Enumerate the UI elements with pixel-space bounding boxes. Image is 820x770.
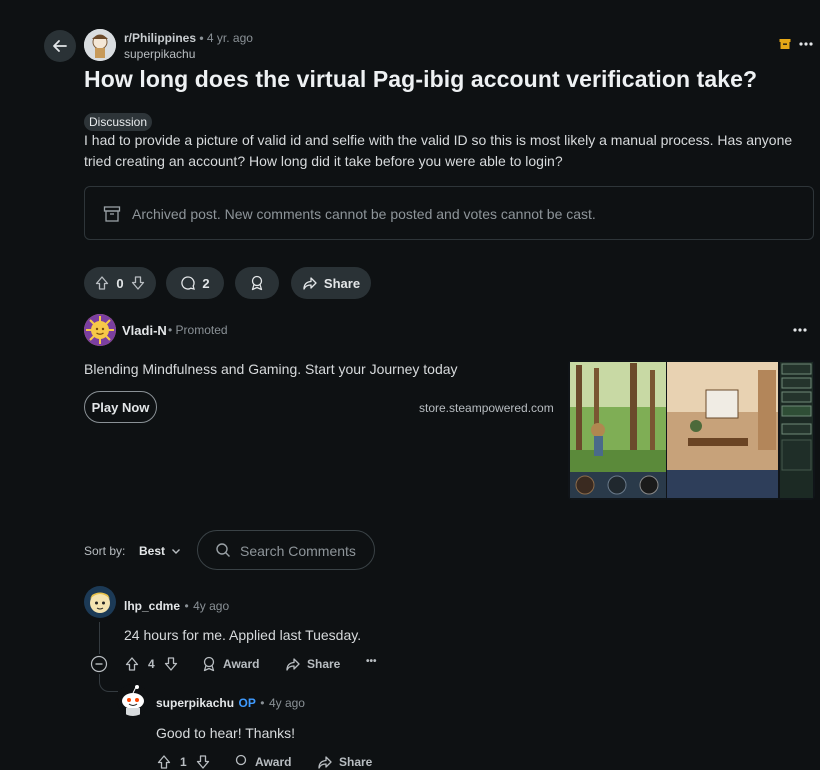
- reply-vote-count: 1: [180, 755, 187, 769]
- reply-author[interactable]: superpikachu: [156, 696, 234, 710]
- post-age: 4 yr. ago: [206, 31, 253, 45]
- meta-separator: •: [199, 31, 204, 45]
- subreddit-name[interactable]: r/Philippines: [124, 31, 196, 45]
- ad-domain[interactable]: store.steampowered.com: [419, 401, 554, 415]
- comment-meta: lhp_cdme • 4y ago: [124, 597, 229, 615]
- award-icon: [203, 656, 215, 672]
- comment-award-button[interactable]: Award: [201, 656, 259, 672]
- sort-dropdown[interactable]: Best: [139, 544, 181, 558]
- comment-author[interactable]: lhp_cdme: [124, 599, 180, 613]
- promoted-label: Promoted: [175, 323, 228, 337]
- vote-count: 0: [116, 275, 124, 291]
- downvote-icon: [131, 276, 144, 290]
- reply-share-button[interactable]: Share: [317, 754, 372, 770]
- comment-share-button[interactable]: Share: [285, 656, 340, 672]
- snoo-avatar-image: [117, 684, 149, 716]
- ad-image[interactable]: [568, 360, 815, 500]
- sort-label: Sort by:: [84, 544, 126, 558]
- award-label: Award: [255, 755, 292, 769]
- comment-icon: [181, 276, 196, 290]
- share-label: Share: [307, 657, 341, 671]
- comment-vote-count: 4: [148, 657, 155, 671]
- sun-icon: [84, 314, 116, 346]
- advertiser-avatar[interactable]: [84, 314, 116, 346]
- reply-age: 4y ago: [268, 696, 305, 710]
- ad-more-button[interactable]: [792, 324, 808, 336]
- share-label: Share: [323, 275, 361, 291]
- archive-badge: [779, 38, 791, 50]
- arrow-left-icon: [53, 40, 67, 52]
- search-icon: [215, 542, 231, 558]
- comments-count: 2: [202, 275, 210, 291]
- meta-separator: •: [260, 696, 265, 710]
- archive-icon: [779, 39, 791, 49]
- post-body: I had to provide a picture of valid id a…: [84, 132, 793, 169]
- subreddit-avatar-image: [84, 29, 116, 61]
- award-label: Award: [223, 657, 260, 671]
- upvote-button[interactable]: [156, 754, 172, 770]
- upvote-button[interactable]: [124, 656, 140, 672]
- post-title: How long does the virtual Pag-ibig accou…: [84, 66, 758, 92]
- comment-more-button[interactable]: •••: [366, 656, 377, 667]
- award-button[interactable]: [235, 267, 279, 299]
- promoted-meta: • Promoted: [168, 323, 228, 337]
- game-screenshot-image: [568, 360, 815, 500]
- sort-value: Best: [139, 544, 166, 558]
- user-avatar-image: [84, 586, 116, 618]
- share-icon: [286, 658, 300, 671]
- share-icon: [303, 277, 317, 290]
- reply-award-button[interactable]: Award: [233, 754, 291, 770]
- reply-avatar[interactable]: [117, 684, 149, 716]
- upvote-icon: [96, 276, 109, 290]
- op-badge: OP: [238, 696, 256, 710]
- share-button[interactable]: Share: [291, 267, 371, 299]
- post-more-button[interactable]: [798, 38, 814, 50]
- award-icon: [235, 754, 247, 766]
- archive-box-icon: [103, 205, 121, 223]
- more-horizontal-icon: [793, 328, 807, 332]
- vote-pill: 0: [84, 267, 156, 299]
- subreddit-avatar[interactable]: [84, 29, 116, 61]
- thread-line: [99, 622, 100, 654]
- downvote-button[interactable]: [195, 754, 211, 770]
- comment-vote-group: 4: [124, 656, 179, 672]
- archived-notice-text: Archived post. New comments cannot be po…: [132, 206, 596, 222]
- play-now-button[interactable]: Play Now: [84, 391, 157, 423]
- upvote-icon: [125, 657, 139, 671]
- minus-circle-icon: [90, 655, 108, 673]
- share-label: Share: [339, 755, 373, 769]
- post-flair[interactable]: Discussion: [84, 113, 153, 131]
- upvote-icon: [157, 755, 171, 769]
- meta-separator: •: [184, 599, 189, 613]
- comment-avatar[interactable]: [84, 586, 116, 618]
- comment-body: 24 hours for me. Applied last Tuesday.: [124, 627, 362, 643]
- downvote-button[interactable]: [163, 656, 179, 672]
- post-meta: r/Philippines • 4 yr. ago: [124, 31, 253, 45]
- comment-age: 4y ago: [193, 599, 230, 613]
- downvote-button[interactable]: [130, 275, 146, 291]
- downvote-icon: [196, 755, 209, 769]
- reply-vote-group: 1: [156, 754, 211, 770]
- upvote-button[interactable]: [94, 275, 110, 291]
- promoted-separator: •: [168, 323, 173, 337]
- advertiser-name[interactable]: Vladi-N: [122, 323, 167, 338]
- share-icon: [318, 756, 332, 769]
- back-button[interactable]: [44, 30, 76, 62]
- search-placeholder: Search Comments: [240, 543, 356, 559]
- ad-headline[interactable]: Blending Mindfulness and Gaming. Start y…: [84, 361, 458, 377]
- more-horizontal-icon: [799, 42, 813, 46]
- reply-body: Good to hear! Thanks!: [156, 725, 296, 741]
- collapse-thread-button[interactable]: [90, 655, 108, 673]
- chevron-down-icon: [172, 549, 181, 554]
- post-author[interactable]: superpikachu: [124, 47, 195, 61]
- downvote-icon: [164, 657, 177, 671]
- award-icon: [251, 275, 263, 291]
- reply-connector: [99, 674, 118, 692]
- comments-button[interactable]: 2: [166, 267, 224, 299]
- reply-meta: superpikachu OP • 4y ago: [156, 694, 305, 712]
